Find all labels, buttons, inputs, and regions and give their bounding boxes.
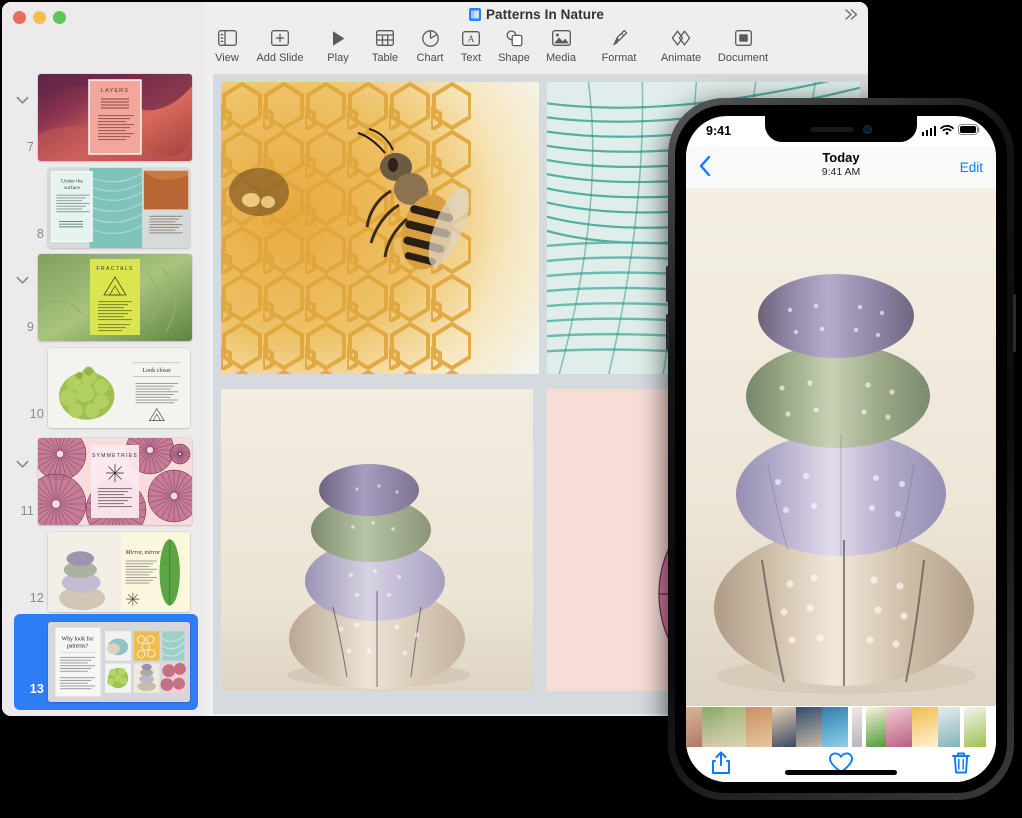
iphone-notch xyxy=(765,116,917,142)
toolbar-items: ViewAdd SlidePlayTableChartATextShapeMed… xyxy=(209,27,859,73)
slide-number: 8 xyxy=(18,227,44,241)
favorite-button[interactable] xyxy=(828,750,854,781)
chevron-down-icon[interactable] xyxy=(16,96,32,112)
slide-number: 13 xyxy=(18,682,44,696)
chevron-down-icon[interactable] xyxy=(16,276,32,292)
front-camera-icon xyxy=(863,125,872,134)
wifi-icon xyxy=(940,124,954,138)
window-title-bar: Patterns In Nature xyxy=(205,7,868,24)
thumb-eye[interactable] xyxy=(686,707,702,747)
thumb-couple[interactable] xyxy=(796,707,822,747)
home-indicator xyxy=(785,770,897,775)
toolbar: Patterns In Nature ViewAdd SlidePlayTabl… xyxy=(205,2,868,75)
slide-number: 10 xyxy=(18,407,44,421)
close-button[interactable] xyxy=(13,11,26,24)
slide-list[interactable]: 7 LAYERS 8 Under thesurface 9 FRACTALS 10 Look … xyxy=(2,64,205,716)
share-button[interactable] xyxy=(710,750,732,781)
svg-text:LAYERS: LAYERS xyxy=(101,88,129,94)
svg-text:surface: surface xyxy=(64,184,80,191)
side-button[interactable] xyxy=(1013,294,1016,352)
thumb-urchin-stack[interactable] xyxy=(852,707,862,747)
delete-button[interactable] xyxy=(950,750,972,781)
document-square-icon xyxy=(703,27,783,49)
thumb-romanesco[interactable] xyxy=(964,707,986,747)
toolbar-overflow-button[interactable] xyxy=(843,6,860,28)
toolbar-document-button[interactable]: Document xyxy=(703,27,783,64)
iphone-bezel: 9:41 xyxy=(675,105,1007,793)
minimize-button[interactable] xyxy=(33,11,46,24)
thumb-honeycomb[interactable] xyxy=(912,707,938,747)
toolbar-item-label: Document xyxy=(703,52,783,64)
svg-text:Look closer: Look closer xyxy=(142,368,171,374)
sea-urchin-stack-photo-full[interactable] xyxy=(686,188,996,706)
slide-thumbnail-7[interactable]: LAYERS xyxy=(38,74,192,161)
photo-filmstrip[interactable] xyxy=(686,706,996,748)
slide-thumbnail-11[interactable]: SYMMETRIES xyxy=(38,438,192,525)
thumb-cactus-2[interactable] xyxy=(724,707,746,747)
page-title: Patterns In Nature xyxy=(486,7,604,22)
svg-text:FRACTALS: FRACTALS xyxy=(96,266,133,272)
ios-nav-bar: Today 9:41 AM Edit xyxy=(686,146,996,189)
slide-number: 7 xyxy=(8,140,34,154)
volume-down-button[interactable] xyxy=(666,314,669,350)
sea-urchin-stack-photo[interactable] xyxy=(221,389,533,691)
volume-up-button[interactable] xyxy=(666,266,669,302)
window-titlebar-left xyxy=(2,2,205,64)
ios-photo-toolbar xyxy=(686,748,996,782)
thumb-radiolarian[interactable] xyxy=(886,707,912,747)
svg-text:patterns?: patterns? xyxy=(67,644,89,650)
iphone-device: 9:41 xyxy=(668,98,1014,800)
thumb-shell[interactable] xyxy=(938,707,960,747)
svg-text:Under the: Under the xyxy=(61,179,83,185)
slide-thumbnail-12[interactable]: Mirror, mirror xyxy=(48,532,190,612)
keynote-document-icon xyxy=(469,8,481,24)
iphone-screen[interactable]: 9:41 xyxy=(686,116,996,782)
status-indicators xyxy=(922,124,981,138)
slide-number: 9 xyxy=(8,320,34,334)
cellular-bars-icon xyxy=(922,126,937,136)
thumb-canyon[interactable] xyxy=(746,707,772,747)
slide-thumbnail-8[interactable]: Under thesurface xyxy=(48,168,190,248)
photo-time-subtitle: 9:41 AM xyxy=(686,166,996,178)
edit-button[interactable]: Edit xyxy=(960,160,983,175)
svg-text:SYMMETRIES: SYMMETRIES xyxy=(92,453,138,459)
honeycomb-bee-photo[interactable] xyxy=(221,82,539,374)
slide-thumbnail-10[interactable]: Look closer xyxy=(48,348,190,428)
slide-number: 12 xyxy=(18,591,44,605)
svg-text:Mirror, mirror: Mirror, mirror xyxy=(124,550,161,556)
battery-icon xyxy=(958,124,980,138)
slide-navigator: 7 LAYERS 8 Under thesurface 9 FRACTALS 10 Look … xyxy=(2,2,205,716)
thumb-sea[interactable] xyxy=(822,707,848,747)
photo-date-title: Today xyxy=(686,150,996,165)
slide-number: 11 xyxy=(8,504,34,518)
thumb-leaf[interactable] xyxy=(866,707,886,747)
svg-text:Why look for: Why look for xyxy=(62,635,94,642)
slide-thumbnail-13[interactable]: Why look for patterns? xyxy=(48,622,190,702)
slide-thumbnail-9[interactable]: FRACTALS xyxy=(38,254,192,341)
chevron-down-icon[interactable] xyxy=(16,460,32,476)
zoom-button[interactable] xyxy=(53,11,66,24)
thumb-cactus[interactable] xyxy=(702,707,724,747)
earpiece-speaker-icon xyxy=(810,127,854,132)
thumb-woman[interactable] xyxy=(772,707,796,747)
status-time: 9:41 xyxy=(706,124,731,138)
